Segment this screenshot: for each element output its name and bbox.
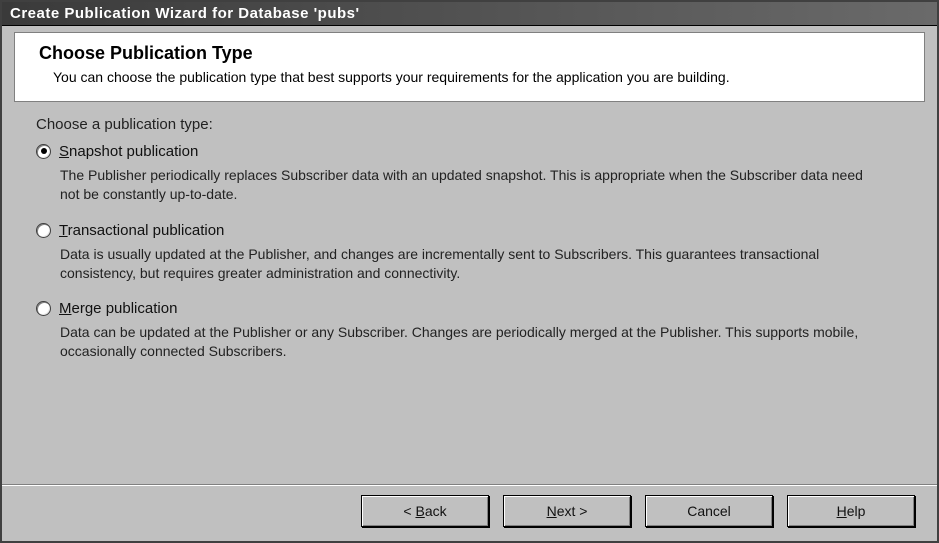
option-merge-description: Data can be updated at the Publisher or … — [36, 323, 876, 361]
label-rest: napshot publication — [69, 143, 198, 160]
page-subtitle: You can choose the publication type that… — [39, 68, 906, 87]
rest: ack — [425, 503, 447, 519]
option-merge-row[interactable]: Merge publication — [36, 300, 903, 317]
radio-merge[interactable] — [36, 301, 51, 316]
radio-snapshot[interactable] — [36, 144, 51, 159]
mnemonic: T — [59, 222, 68, 239]
prefix: < — [403, 503, 415, 519]
option-snapshot-description: The Publisher periodically replaces Subs… — [36, 166, 876, 204]
help-button[interactable]: Help — [787, 495, 915, 527]
option-transactional-label: Transactional publication — [59, 222, 224, 239]
mnemonic: H — [837, 503, 847, 519]
wizard-header-panel: Choose Publication Type You can choose t… — [14, 32, 925, 102]
option-merge: Merge publication Data can be updated at… — [36, 300, 903, 361]
wizard-content: Choose a publication type: Snapshot publ… — [2, 102, 937, 484]
rest: ext > — [557, 503, 588, 519]
radio-transactional[interactable] — [36, 223, 51, 238]
label-rest: ransactional publication — [68, 222, 225, 239]
rest: elp — [847, 503, 866, 519]
wizard-window: Create Publication Wizard for Database '… — [0, 0, 939, 543]
label: Cancel — [687, 503, 731, 519]
mnemonic: B — [415, 503, 424, 519]
page-title: Choose Publication Type — [39, 43, 906, 64]
mnemonic: M — [59, 300, 72, 317]
window-titlebar: Create Publication Wizard for Database '… — [2, 2, 937, 26]
mnemonic: S — [59, 143, 69, 160]
wizard-button-row: < Back Next > Cancel Help — [2, 484, 937, 541]
radio-dot-icon — [41, 148, 47, 154]
option-snapshot-row[interactable]: Snapshot publication — [36, 143, 903, 160]
option-transactional: Transactional publication Data is usuall… — [36, 222, 903, 283]
spacer — [2, 495, 347, 527]
choose-type-prompt: Choose a publication type: — [36, 116, 903, 133]
back-button[interactable]: < Back — [361, 495, 489, 527]
mnemonic: N — [547, 503, 557, 519]
label-rest: erge publication — [72, 300, 178, 317]
window-title: Create Publication Wizard for Database '… — [10, 5, 360, 22]
option-snapshot: Snapshot publication The Publisher perio… — [36, 143, 903, 204]
option-transactional-row[interactable]: Transactional publication — [36, 222, 903, 239]
option-transactional-description: Data is usually updated at the Publisher… — [36, 245, 876, 283]
next-button[interactable]: Next > — [503, 495, 631, 527]
cancel-button[interactable]: Cancel — [645, 495, 773, 527]
option-snapshot-label: Snapshot publication — [59, 143, 198, 160]
option-merge-label: Merge publication — [59, 300, 177, 317]
